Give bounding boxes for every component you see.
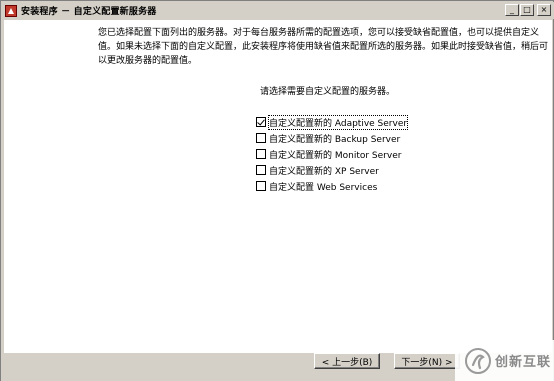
checkbox-backup-server[interactable] bbox=[256, 133, 266, 143]
minimize-button[interactable]: _ bbox=[505, 4, 519, 16]
server-item-monitor[interactable]: 自定义配置新的 Monitor Server bbox=[256, 146, 407, 162]
server-item-web-services[interactable]: 自定义配置 Web Services bbox=[256, 178, 407, 194]
back-button[interactable]: < 上一步(B) bbox=[314, 353, 380, 369]
window-title: 安装程序 － 自定义配置新服务器 bbox=[21, 7, 157, 17]
watermark: 创新互联 bbox=[455, 340, 554, 381]
maximize-button[interactable]: □ bbox=[520, 4, 534, 16]
server-label[interactable]: 自定义配置 Web Services bbox=[269, 180, 377, 193]
checkbox-xp-server[interactable] bbox=[256, 165, 266, 175]
watermark-text: 创新互联 bbox=[495, 355, 552, 370]
server-prompt: 请选择需要自定义配置的服务器。 bbox=[260, 87, 396, 97]
server-list: 自定义配置新的 Adaptive Server 自定义配置新的 Backup S… bbox=[256, 114, 409, 194]
server-label[interactable]: 自定义配置新的 Adaptive Server bbox=[267, 114, 409, 130]
minimize-icon: _ bbox=[510, 5, 514, 14]
close-icon: × bbox=[540, 5, 548, 14]
checkbox-monitor-server[interactable] bbox=[256, 149, 266, 159]
server-label[interactable]: 自定义配置新的 XP Server bbox=[269, 164, 379, 177]
checkbox-adaptive-server[interactable] bbox=[256, 117, 266, 127]
checkbox-web-services[interactable] bbox=[256, 181, 266, 191]
content-panel: 您已选择配置下面列出的服务器。对于每台服务器所需的配置选项，您可以接受缺省配置值… bbox=[4, 20, 552, 353]
close-button[interactable]: × bbox=[537, 4, 551, 16]
installer-window: 安装程序 － 自定义配置新服务器 _ □ × 您已选择配置下面列出的服务器。对于… bbox=[0, 0, 554, 381]
intro-text: 您已选择配置下面列出的服务器。对于每台服务器所需的配置选项，您可以接受缺省配置值… bbox=[98, 28, 549, 66]
brand-logo-icon bbox=[465, 347, 491, 374]
title-bar[interactable]: 安装程序 － 自定义配置新服务器 _ □ × bbox=[2, 2, 554, 19]
server-item-adaptive[interactable]: 自定义配置新的 Adaptive Server bbox=[256, 114, 409, 130]
server-label[interactable]: 自定义配置新的 Backup Server bbox=[269, 132, 400, 145]
next-button[interactable]: 下一步(N) > bbox=[394, 353, 460, 369]
server-item-backup[interactable]: 自定义配置新的 Backup Server bbox=[256, 130, 407, 146]
window-controls: _ □ × bbox=[505, 4, 551, 16]
server-label[interactable]: 自定义配置新的 Monitor Server bbox=[269, 148, 401, 161]
server-item-xp[interactable]: 自定义配置新的 XP Server bbox=[256, 162, 407, 178]
app-icon bbox=[5, 4, 17, 17]
maximize-icon: □ bbox=[523, 5, 531, 14]
